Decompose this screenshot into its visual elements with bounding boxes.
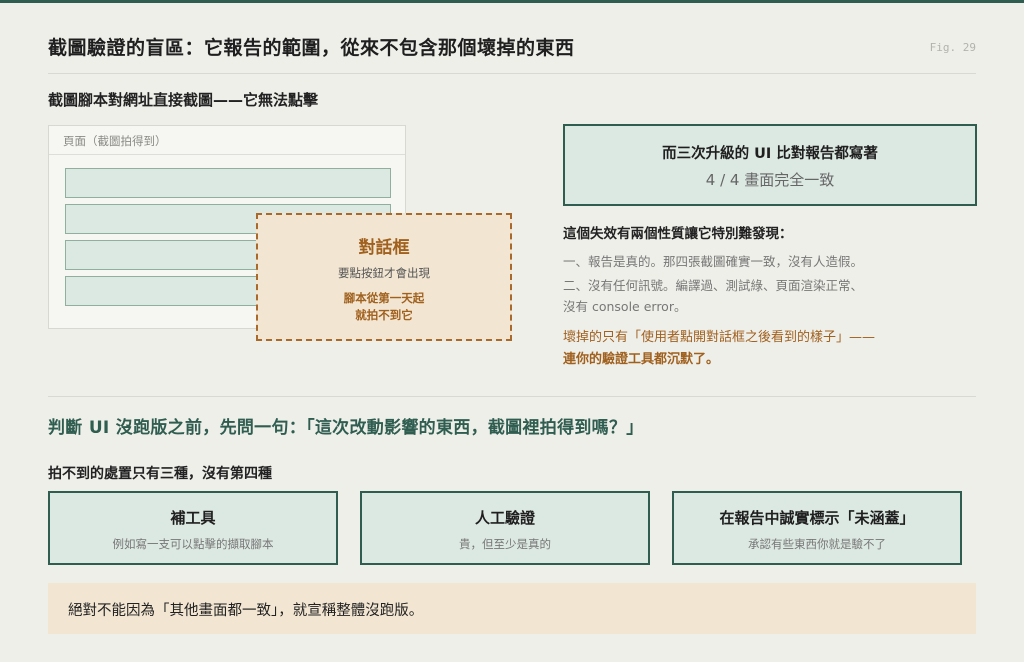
warning-emphasis: 連你的驗證工具都沉默了。 — [563, 352, 720, 367]
final-callout: 絕對不能因為「其他畫面都一致」，就宣稱整體沒跑版。 — [48, 583, 976, 634]
option-subtitle: 承認有些東西你就是驗不了 — [748, 537, 886, 551]
dialog-subtitle: 要點按鈕才會出現 — [338, 266, 430, 280]
page-mock-label: 頁面（截圖拍得到） — [63, 134, 167, 148]
content-bar — [65, 168, 391, 198]
final-callout-text: 絕對不能因為「其他畫面都一致」，就宣稱整體沒跑版。 — [68, 603, 424, 619]
dialog-note-line: 就拍不到它 — [355, 308, 413, 322]
dialog-title: 對話框 — [358, 238, 410, 258]
warning-line: 壞掉的只有「使用者點開對話框之後看到的樣子」—— — [563, 330, 876, 345]
option-card-manual: 人工驗證 貴，但至少是真的 — [360, 491, 650, 565]
page-mock-separator — [49, 154, 405, 155]
option-title: 人工驗證 — [474, 509, 535, 527]
why-line: 二、沒有任何訊號。編譯過、測試綠、頁面渲染正常、 — [563, 278, 864, 293]
option-card-disclose: 在報告中誠實標示「未涵蓋」 承認有些東西你就是驗不了 — [672, 491, 962, 565]
option-title: 補工具 — [170, 509, 216, 527]
option-card-tooling: 補工具 例如寫一支可以點擊的擷取腳本 — [48, 491, 338, 565]
why-line: 沒有 console error。 — [563, 299, 687, 314]
key-question: 判斷 UI 沒跑版之前，先問一句：「這次改動影響的東西，截圖裡拍得到嗎？」 — [48, 418, 644, 438]
section-heading: 截圖腳本對網址直接截圖——它無法點擊 — [48, 91, 319, 109]
option-subtitle: 貴，但至少是真的 — [459, 537, 551, 551]
why-line: 一、報告是真的。那四張截圖確實一致，沒有人造假。 — [563, 254, 864, 269]
report-line: 而三次升級的 UI 比對報告都寫著 — [662, 146, 878, 162]
report-result: 4 / 4 畫面完全一致 — [705, 171, 835, 189]
figure-label: Fig. 29 — [929, 41, 976, 54]
option-subtitle: 例如寫一支可以點擊的擷取腳本 — [112, 537, 274, 551]
why-heading: 這個失效有兩個性質讓它特別難發現： — [563, 226, 793, 242]
report-box: 而三次升級的 UI 比對報告都寫著 4 / 4 畫面完全一致 — [563, 124, 977, 206]
option-title: 在報告中誠實標示「未涵蓋」 — [719, 509, 915, 527]
dialog-note: 腳本從第一天起 就拍不到它 — [258, 290, 510, 324]
dialog-box: 對話框 要點按鈕才會出現 腳本從第一天起 就拍不到它 — [256, 213, 512, 341]
divider — [48, 396, 976, 397]
page-title: 截圖驗證的盲區：它報告的範圍，從來不包含那個壞掉的東西 — [48, 37, 575, 59]
options-heading: 拍不到的處置只有三種，沒有第四種 — [48, 466, 272, 482]
dialog-note-line: 腳本從第一天起 — [343, 291, 425, 305]
divider — [48, 73, 976, 74]
